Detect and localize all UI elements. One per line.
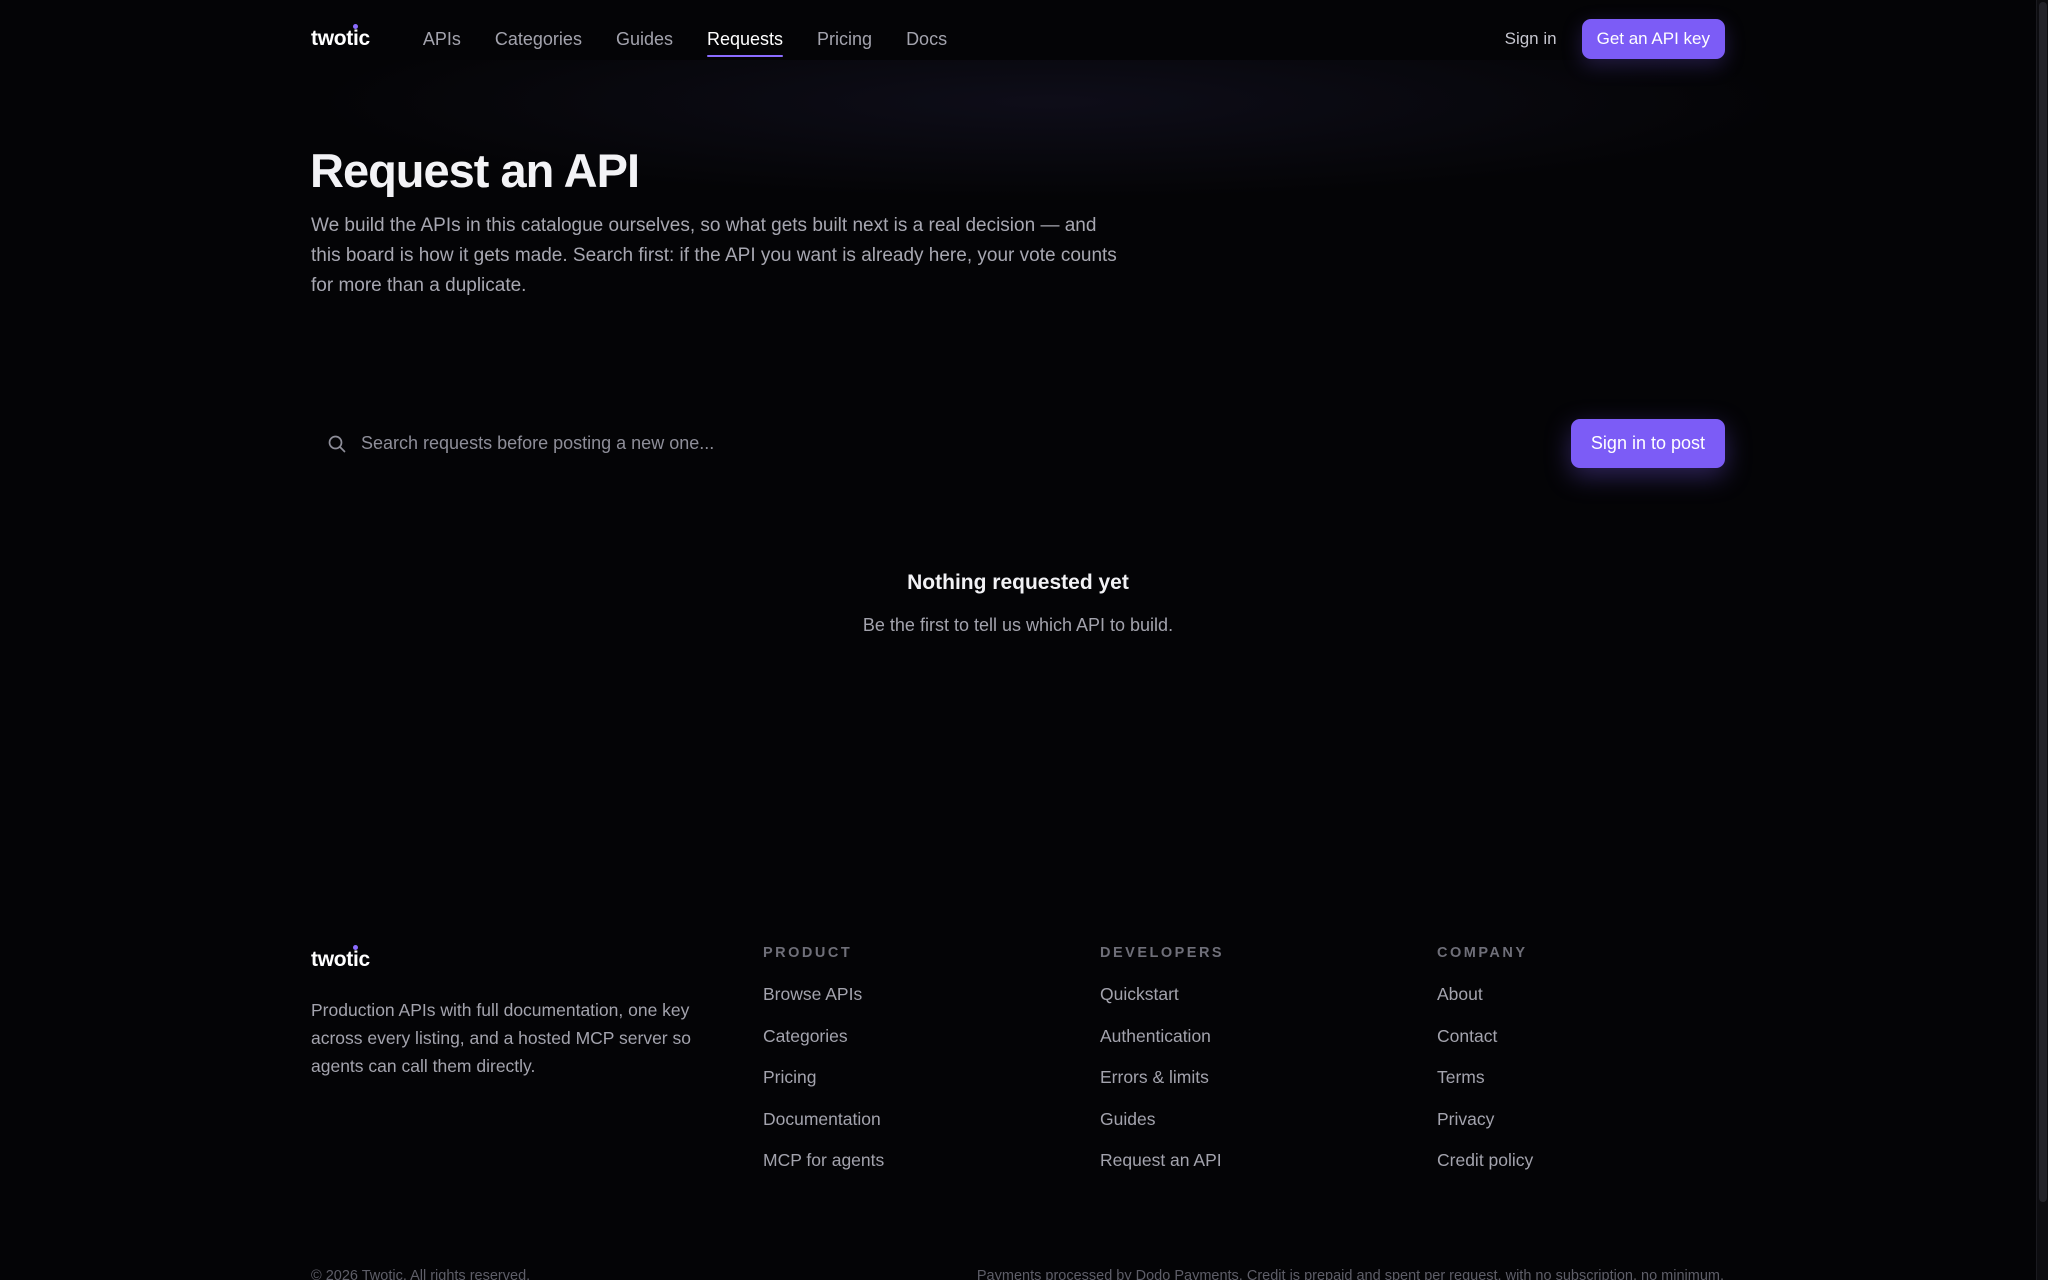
footer-link-guides[interactable]: Guides xyxy=(1100,1109,1224,1151)
footer-link-privacy[interactable]: Privacy xyxy=(1437,1109,1533,1151)
footer-logo-dot xyxy=(353,945,358,950)
footer-link-authentication[interactable]: Authentication xyxy=(1100,1026,1224,1068)
footer-heading-product: PRODUCT xyxy=(763,945,853,961)
scrollbar-thumb[interactable] xyxy=(2039,2,2047,1202)
footer-link-browse-apis[interactable]: Browse APIs xyxy=(763,984,884,1026)
search-input[interactable] xyxy=(361,433,1161,454)
footer-heading-developers: DEVELOPERS xyxy=(1100,945,1225,961)
footer-link-about[interactable]: About xyxy=(1437,984,1533,1026)
footer-link-credit-policy[interactable]: Credit policy xyxy=(1437,1150,1533,1192)
page-title: Request an API xyxy=(310,144,640,197)
search-box[interactable] xyxy=(311,419,1571,468)
empty-state-title: Nothing requested yet xyxy=(907,571,1129,594)
empty-state-subtitle: Be the first to tell us which API to bui… xyxy=(862,615,1174,635)
footer-link-documentation[interactable]: Documentation xyxy=(763,1109,884,1151)
nav-link-docs[interactable]: Docs xyxy=(906,23,947,56)
search-row: Sign in to post xyxy=(311,419,1725,468)
nav-link-requests[interactable]: Requests xyxy=(706,23,784,57)
nav-actions: Sign in Get an API key xyxy=(1505,19,1725,59)
brand-logo-dot xyxy=(353,24,358,29)
footer-link-errors-limits[interactable]: Errors & limits xyxy=(1100,1067,1224,1109)
nav-links: APIs Categories Guides Requests Pricing … xyxy=(423,23,981,57)
nav-link-pricing[interactable]: Pricing xyxy=(817,23,872,56)
footer-link-request-an-api[interactable]: Request an API xyxy=(1100,1150,1224,1192)
brand-logo-text: twotic xyxy=(311,27,370,50)
page: twotic APIs Categories Guides Requests P… xyxy=(0,0,2036,1280)
footer-payments-note: Payments processed by Dodo Payments. Cre… xyxy=(976,1268,1724,1280)
footer-column-company: COMPANY About Contact Terms Privacy Cred… xyxy=(1437,945,1533,1192)
footer-copyright: © 2026 Twotic. All rights reserved. xyxy=(311,1268,531,1280)
nav-link-categories[interactable]: Categories xyxy=(495,23,582,56)
footer-heading-company: COMPANY xyxy=(1437,945,1528,961)
nav-link-apis[interactable]: APIs xyxy=(423,23,461,56)
footer-link-categories[interactable]: Categories xyxy=(763,1026,884,1068)
get-api-key-button[interactable]: Get an API key xyxy=(1581,19,1725,59)
search-icon xyxy=(327,434,347,454)
footer-column-product: PRODUCT Browse APIs Categories Pricing D… xyxy=(763,945,884,1192)
sign-in-link[interactable]: Sign in xyxy=(1505,29,1557,49)
footer-link-quickstart[interactable]: Quickstart xyxy=(1100,984,1224,1026)
sign-in-to-post-button[interactable]: Sign in to post xyxy=(1570,419,1725,468)
brand-logo[interactable]: twotic xyxy=(311,24,370,51)
footer-link-contact[interactable]: Contact xyxy=(1437,1026,1533,1068)
footer-link-pricing[interactable]: Pricing xyxy=(763,1067,884,1109)
footer-tagline: Production APIs with full documentation,… xyxy=(311,1000,691,1076)
footer-column-developers: DEVELOPERS Quickstart Authentication Err… xyxy=(1100,945,1224,1192)
footer-link-mcp-for-agents[interactable]: MCP for agents xyxy=(763,1150,884,1192)
footer-logo-text: twotic xyxy=(311,948,370,971)
page-scrollbar[interactable] xyxy=(2036,0,2048,1280)
nav-link-guides[interactable]: Guides xyxy=(616,23,673,56)
footer-brand-logo[interactable]: twotic xyxy=(311,945,370,972)
footer-link-terms[interactable]: Terms xyxy=(1437,1067,1533,1109)
top-navigation: twotic APIs Categories Guides Requests P… xyxy=(311,19,1725,59)
page-description: We build the APIs in this catalogue ours… xyxy=(311,215,1117,296)
